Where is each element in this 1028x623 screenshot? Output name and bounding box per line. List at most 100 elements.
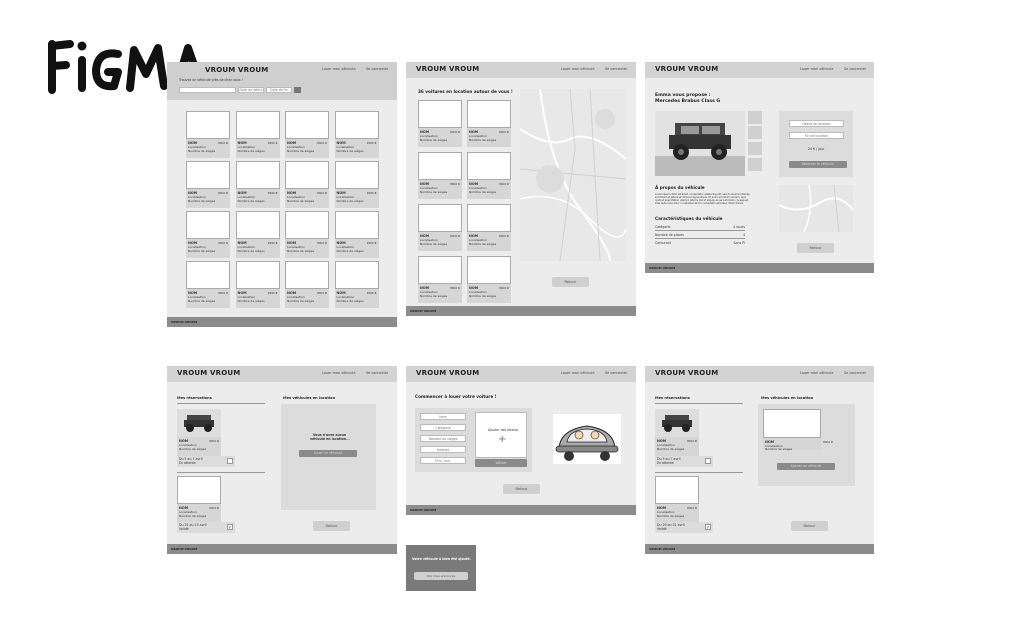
my-vehicle-card[interactable]: NOM PRIX € Localisation Nombre de sièges	[763, 409, 833, 457]
car-card[interactable]: NOM PRIX € Localisation Nombre de sièges	[186, 211, 230, 259]
card-price: PRIX €	[218, 291, 228, 295]
nav-login-link[interactable]: Se connecter	[605, 371, 627, 375]
footer: VROUM VROUM	[645, 263, 874, 273]
brand-title: VROUM VROUM	[205, 66, 269, 74]
car-photo	[177, 476, 221, 504]
card-seats: Nombre de sièges	[287, 149, 315, 153]
card-meta: NOM PRIX € Localisation Nombre de sièges	[418, 232, 462, 251]
thumbnail[interactable]	[748, 111, 762, 124]
end-date-input[interactable]: Fin de location	[789, 132, 844, 139]
card-seats: Nombre de sièges	[237, 249, 265, 253]
seats-input[interactable]: Nombre de sièges	[420, 435, 466, 442]
car-card[interactable]: NOM PRIX € Localisation Nombre de sièges	[235, 211, 280, 259]
divider	[177, 472, 265, 473]
car-card[interactable]: NOM PRIX € Localisation Nombre de sièges	[285, 111, 329, 159]
car-card[interactable]: NOM PRIX € Localisation Nombre de sièges	[418, 204, 462, 252]
card-price: PRIX €	[267, 191, 278, 195]
vehicle-map[interactable]	[779, 185, 853, 232]
nav-rent-link[interactable]: Louer mon véhicule	[561, 67, 594, 71]
address-input[interactable]: Adresse	[420, 446, 466, 453]
search-start-input[interactable]: Date de début	[238, 87, 264, 93]
card-price: PRIX €	[317, 191, 327, 195]
frame-add-car: VROUM VROUM Louer mon véhicule Se connec…	[406, 366, 636, 515]
search-button[interactable]	[294, 87, 301, 93]
thumbnail[interactable]	[748, 158, 762, 171]
car-card[interactable]: NOM PRIX € Localisation Nombre de sièges	[186, 161, 230, 209]
nav-login-link[interactable]: Se connecter	[366, 371, 388, 375]
price-input[interactable]: Prix / jour	[420, 457, 466, 464]
nav-login-link[interactable]: Se connecter	[844, 371, 866, 375]
toast-message: Votre véhicule à bien été ajouté.	[412, 557, 471, 561]
footer-brand: VROUM VROUM	[649, 547, 676, 551]
card-price: PRIX €	[218, 241, 228, 245]
car-card[interactable]: NOM PRIX € Localisation Nombre de sièges	[235, 161, 280, 209]
car-photo	[467, 100, 511, 128]
status-checkbox[interactable]	[227, 458, 233, 464]
add-vehicle-button[interactable]: Ajouter un véhicule	[777, 463, 835, 470]
add-vehicle-button[interactable]: Louer un véhicule	[299, 450, 357, 457]
reservation-card[interactable]: NOM PRIX € Localisation Nombre de sièges	[177, 476, 221, 524]
about-text: Lorem ipsum dolor sit amet, consectetur …	[655, 193, 750, 205]
reservation-card[interactable]: NOM PRIX € Localisation Nombre de sièges	[177, 409, 221, 457]
car-card[interactable]: NOM PRIX € Localisation Nombre de sièges	[285, 211, 329, 259]
car-card[interactable]: NOM PRIX € Localisation Nombre de sièges	[467, 256, 511, 304]
start-date-input[interactable]: Début de location	[789, 120, 844, 127]
reservation-card[interactable]: NOM PRIX € Localisation Nombre de sièges	[655, 476, 699, 524]
status-checkbox[interactable]	[705, 458, 711, 464]
back-button[interactable]: Retour	[791, 521, 828, 531]
rent-button[interactable]: Réserver le véhicule	[789, 161, 847, 168]
car-card[interactable]: NOM PRIX € Localisation Nombre de sièges	[467, 100, 511, 148]
car-card[interactable]: NOM PRIX € Localisation Nombre de sièges	[186, 261, 230, 309]
vehicles-title: Mes véhicules en location	[283, 396, 336, 400]
submit-button[interactable]: Valider	[475, 459, 527, 467]
car-card[interactable]: NOM PRIX € Localisation Nombre de sièges	[285, 261, 329, 309]
results-map[interactable]	[520, 89, 626, 261]
car-card[interactable]: NOM PRIX € Localisation Nombre de sièges	[418, 256, 462, 304]
nav-rent-link[interactable]: Louer mon véhicule	[800, 371, 833, 375]
back-button[interactable]: Retour	[552, 277, 589, 287]
nav-rent-link[interactable]: Louer mon véhicule	[322, 67, 355, 71]
nav-rent-link[interactable]: Louer mon véhicule	[800, 67, 833, 71]
footer: VROUM VROUM	[406, 505, 636, 515]
check-icon[interactable]: ✓	[705, 524, 711, 531]
car-card[interactable]: NOM PRIX € Localisation Nombre de sièges	[418, 100, 462, 148]
car-card[interactable]: NOM PRIX € Localisation Nombre de sièges	[186, 111, 230, 159]
car-card[interactable]: NOM PRIX € Localisation Nombre de sièges	[235, 261, 280, 309]
car-photo	[467, 152, 511, 180]
back-button[interactable]: Retour	[797, 243, 834, 253]
view-listings-button[interactable]: Voir mes annonces	[414, 572, 468, 580]
search-end-input[interactable]: Date de fin	[266, 87, 292, 93]
photo-upload[interactable]: Ajouter des photos +	[475, 412, 527, 458]
nav-login-link[interactable]: Se connecter	[366, 67, 388, 71]
back-button[interactable]: Retour	[503, 484, 540, 494]
category-input[interactable]: Catégorie	[420, 424, 466, 431]
thumbnail[interactable]	[748, 142, 762, 155]
check-icon[interactable]: ✓	[227, 524, 233, 531]
card-price: PRIX €	[499, 130, 509, 134]
card-seats: Nombre de sièges	[657, 447, 685, 451]
nav-rent-link[interactable]: Louer mon véhicule	[561, 371, 594, 375]
card-seats: Nombre de sièges	[336, 249, 364, 253]
card-price: PRIX €	[687, 439, 697, 443]
back-button[interactable]: Retour	[313, 521, 350, 531]
car-card[interactable]: NOM PRIX € Localisation Nombre de sièges	[467, 204, 511, 252]
nav-login-link[interactable]: Se connecter	[844, 67, 866, 71]
car-card[interactable]: NOM PRIX € Localisation Nombre de sièges	[334, 211, 379, 259]
reservation-card[interactable]: NOM PRIX € Localisation Nombre de sièges	[655, 409, 699, 457]
vehicles-panel: NOM PRIX € Localisation Nombre de sièges…	[758, 396, 855, 486]
header: VROUM VROUM Louer mon véhicule Se connec…	[645, 62, 874, 78]
footer-brand: VROUM VROUM	[410, 508, 437, 512]
search-location-input[interactable]	[179, 87, 236, 93]
car-card[interactable]: NOM PRIX € Localisation Nombre de sièges	[334, 261, 379, 309]
car-card[interactable]: NOM PRIX € Localisation Nombre de sièges	[467, 152, 511, 200]
name-input[interactable]: Nom	[420, 413, 466, 420]
car-card[interactable]: NOM PRIX € Localisation Nombre de sièges	[418, 152, 462, 200]
nav-login-link[interactable]: Se connecter	[605, 67, 627, 71]
card-price: PRIX €	[317, 241, 327, 245]
nav-rent-link[interactable]: Louer mon véhicule	[322, 371, 355, 375]
car-card[interactable]: NOM PRIX € Localisation Nombre de sièges	[334, 111, 379, 159]
thumbnail[interactable]	[748, 126, 762, 139]
car-card[interactable]: NOM PRIX € Localisation Nombre de sièges	[334, 161, 379, 209]
car-card[interactable]: NOM PRIX € Localisation Nombre de sièges	[285, 161, 329, 209]
car-card[interactable]: NOM PRIX € Localisation Nombre de sièges	[235, 111, 280, 159]
